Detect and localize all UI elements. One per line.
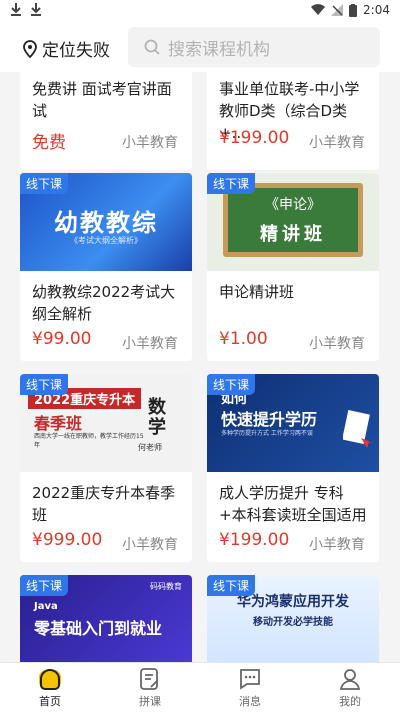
tab-label: 首页 xyxy=(39,695,61,708)
location-button[interactable]: 定位失败 xyxy=(22,36,110,61)
top-bar: 定位失败 搜索课程机构 xyxy=(0,22,400,72)
course-price: ¥999.00 xyxy=(32,530,103,550)
tab-label: 拼课 xyxy=(139,695,161,708)
thumbnail-subtitle: Java xyxy=(34,601,58,612)
battery-icon xyxy=(349,3,358,17)
thumbnail-headline: 快速提升学历 xyxy=(221,410,318,429)
tab-label: 我的 xyxy=(339,695,361,708)
course-card[interactable]: 事业单位联考-中小学教师D类（综合D类+... ¥199.00 小羊教育 xyxy=(207,72,379,170)
document-icon xyxy=(140,668,158,690)
profile-icon xyxy=(339,669,361,690)
thumbnail-subtitle: 春季班 xyxy=(34,414,83,433)
bottom-tab-bar: 首页 拼课 消息 我的 xyxy=(0,662,400,712)
offline-course-badge: 线下课 xyxy=(207,575,256,596)
course-org: 小羊教育 xyxy=(309,537,365,553)
course-price: ¥1.00 xyxy=(219,329,268,349)
search-input[interactable]: 搜索课程机构 xyxy=(128,27,380,67)
course-title: 免费讲 面试考官讲面试 xyxy=(32,80,172,120)
course-card[interactable]: 如何 快速提升学历 多种学历提升方式 工作学习两不误 线下课 成人学历提升 专科… xyxy=(207,374,379,562)
offline-course-badge: 线下课 xyxy=(207,374,256,395)
status-bar: 2:04 xyxy=(0,0,400,22)
certificate-icon xyxy=(343,410,373,448)
chalkboard: 《申论》 精讲班 xyxy=(223,183,363,257)
course-price: ¥199.00 xyxy=(219,530,290,550)
tab-profile[interactable]: 我的 xyxy=(310,667,390,709)
offline-course-badge: 线下课 xyxy=(20,173,69,194)
thumbnail-subtitle: 移动开发必学技能 xyxy=(253,617,333,628)
course-card[interactable]: 码码教育 Java 零基础入门到就业 线下课 xyxy=(20,575,192,662)
course-card[interactable]: 免费讲 面试考官讲面试 免费 小羊教育 xyxy=(20,72,192,170)
thumbnail-subtitle: 《考试大纲全解析》 xyxy=(70,236,142,245)
offline-course-badge: 线下课 xyxy=(207,173,256,194)
course-org: 小羊教育 xyxy=(309,336,365,352)
thumbnail-headline: 零基础入门到就业 xyxy=(34,619,163,638)
thumbnail-headline: 《申论》 xyxy=(265,197,321,213)
course-card[interactable]: 幼教教综 《考试大纲全解析》 线下课 幼教教综2022考试大纲全解析 ¥99.0… xyxy=(20,173,192,361)
course-title: 幼教教综2022考试大纲全解析 xyxy=(32,283,176,323)
location-label: 定位失败 xyxy=(42,41,110,61)
thumbnail-subtitle: 精讲班 xyxy=(260,224,326,245)
tab-messages[interactable]: 消息 xyxy=(210,667,290,709)
message-icon xyxy=(240,669,260,690)
wifi-icon xyxy=(311,4,326,16)
course-card[interactable]: 2022重庆专升本 春季班 西南大学一线在职教师，教学工作经历15年 数学 何老… xyxy=(20,374,192,562)
tab-label: 消息 xyxy=(239,695,261,708)
download-icon xyxy=(31,3,41,16)
thumbnail-subject: 数学 xyxy=(148,397,166,438)
tab-group-course[interactable]: 拼课 xyxy=(110,667,190,709)
thumbnail-note: 西南大学一线在职教师，教学工作经历15年 xyxy=(34,433,144,449)
thumbnail-teacher: 何老师 xyxy=(138,443,162,452)
status-time: 2:04 xyxy=(363,3,390,17)
course-org: 小羊教育 xyxy=(122,537,178,553)
course-card[interactable]: 华为鸿蒙应用开发 移动开发必学技能 线下课 xyxy=(207,575,379,662)
thumbnail-brand: 码码教育 xyxy=(150,582,182,591)
search-placeholder: 搜索课程机构 xyxy=(168,39,270,60)
course-price: ¥99.00 xyxy=(32,329,92,349)
tab-home[interactable]: 首页 xyxy=(10,667,90,709)
location-pin-icon xyxy=(23,39,37,58)
course-org: 小羊教育 xyxy=(309,135,365,151)
course-grid: 免费讲 面试考官讲面试 免费 小羊教育 事业单位联考-中小学教师D类（综合D类+… xyxy=(0,72,400,662)
course-price: ¥199.00 xyxy=(219,128,290,148)
offline-course-badge: 线下课 xyxy=(20,575,69,596)
course-title: 成人学历提升 专科+本科套读班全国适用 xyxy=(219,484,367,524)
offline-course-badge: 线下课 xyxy=(20,374,69,395)
thumbnail-headline: 幼教教综 xyxy=(54,209,158,237)
search-icon xyxy=(144,39,160,55)
course-price: 免费 xyxy=(32,133,66,153)
home-icon xyxy=(39,669,61,690)
download-icon xyxy=(11,3,21,16)
course-org: 小羊教育 xyxy=(122,336,178,352)
course-org: 小羊教育 xyxy=(122,135,178,151)
thumbnail-subtitle: 多种学历提升方式 工作学习两不误 xyxy=(221,430,313,437)
course-title: 申论精讲班 xyxy=(219,283,295,301)
course-card[interactable]: 《申论》 精讲班 线下课 申论精讲班 ¥1.00 小羊教育 xyxy=(207,173,379,361)
no-signal-icon xyxy=(331,4,344,16)
course-title: 2022重庆专升本春季班 xyxy=(32,484,176,524)
